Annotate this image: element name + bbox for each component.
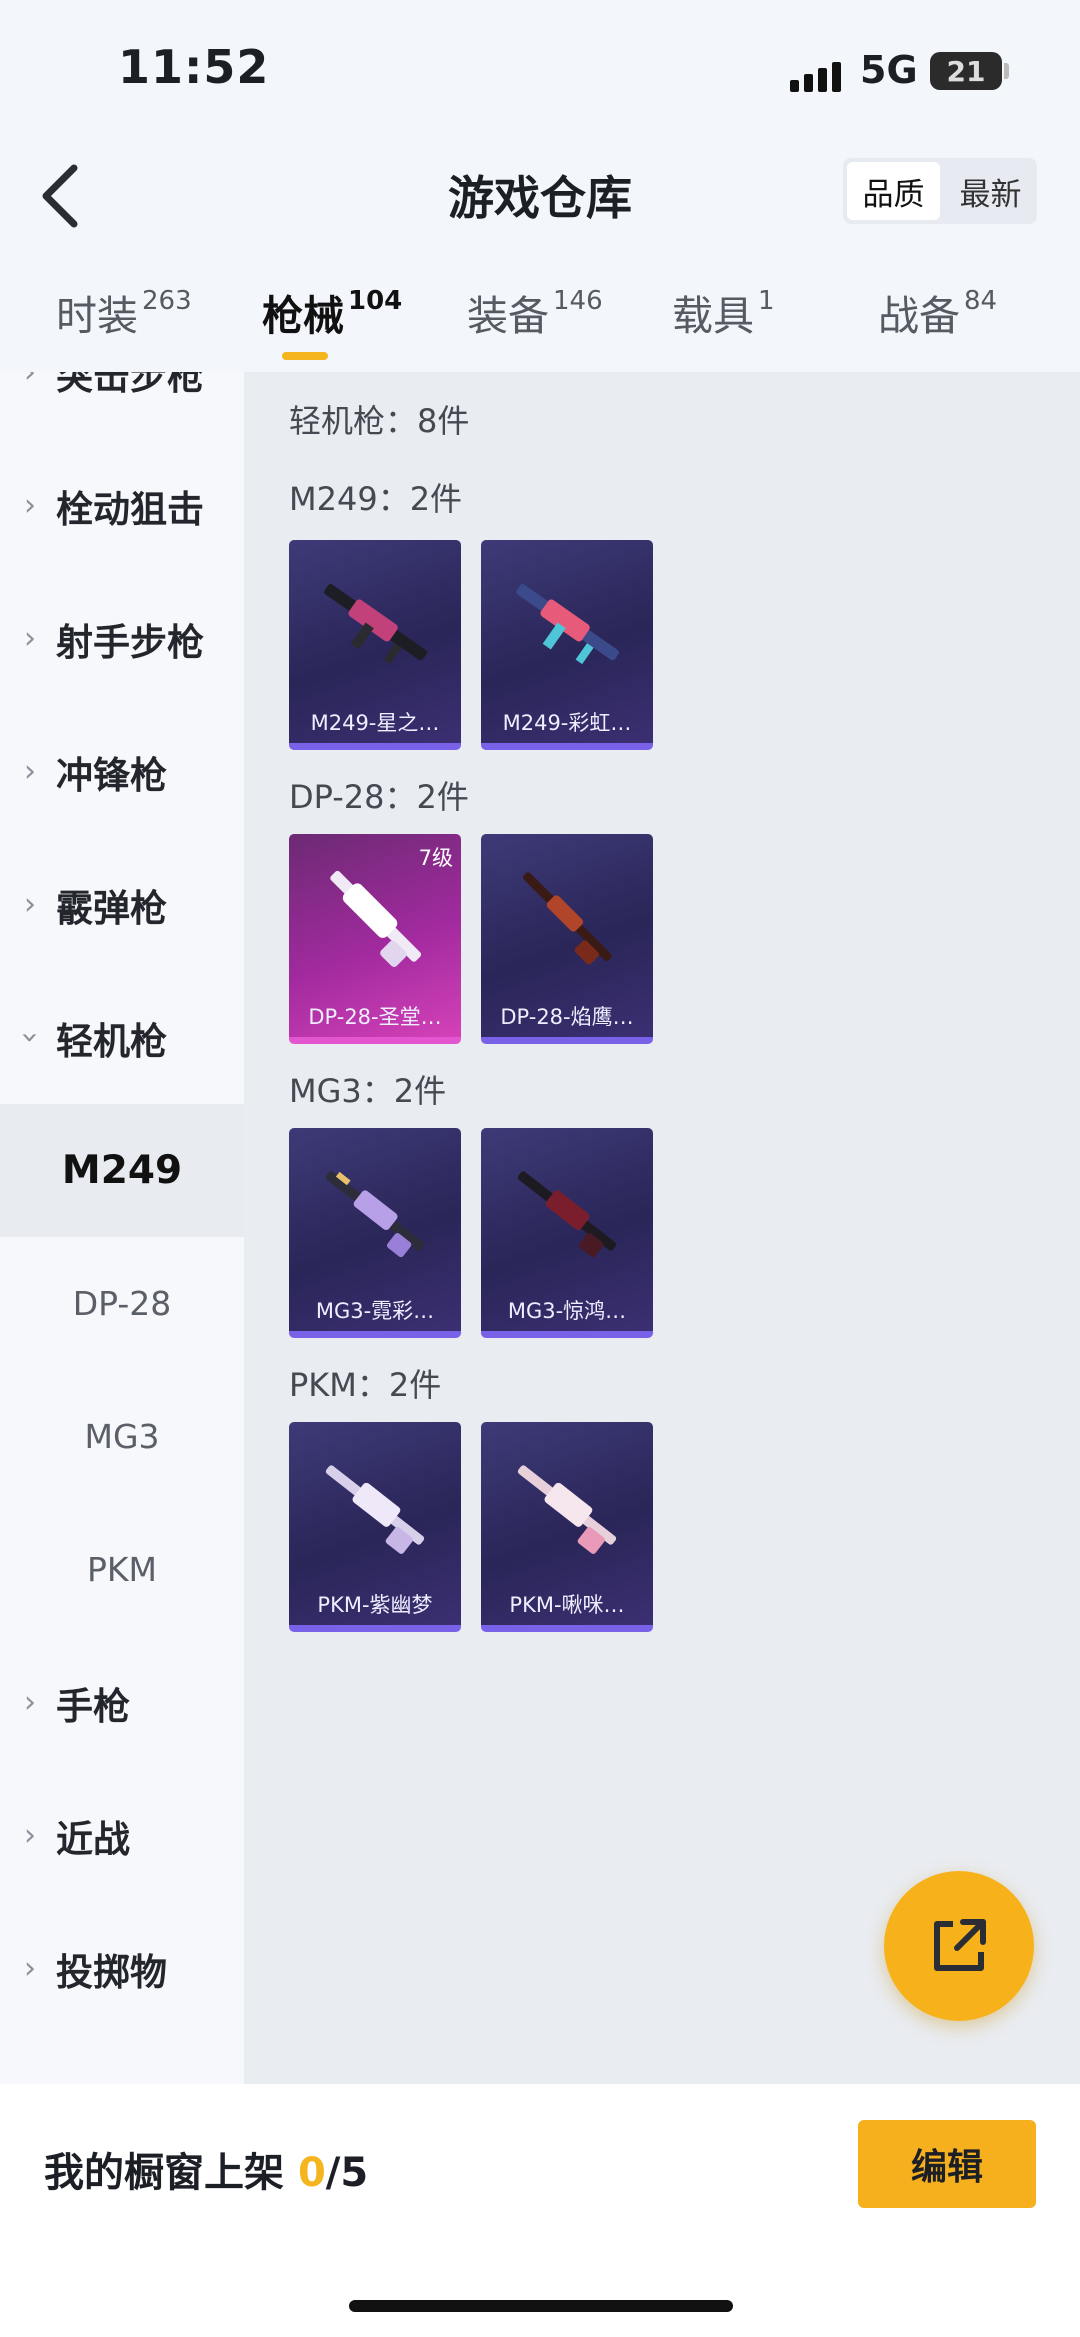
weapon-card[interactable]: PKM-紫幽梦 [289, 1422, 461, 1632]
sidebar-item-throwables[interactable]: › 投掷物 [0, 1902, 244, 2035]
tab-battle-gear[interactable]: 战备 84 [878, 282, 997, 342]
chevron-down-icon: › [12, 1031, 48, 1044]
sort-newest-option[interactable]: 最新 [944, 158, 1037, 224]
showcase-status: 我的橱窗上架 0/5 [44, 2150, 369, 2196]
chevron-right-icon: › [24, 1685, 36, 1720]
weapon-card-label: M249-星之… [310, 711, 440, 735]
rifle-icon [522, 872, 612, 965]
back-button[interactable] [34, 160, 94, 230]
weapon-card[interactable]: PKM-啾咪… [481, 1422, 653, 1632]
edit-button[interactable]: 编辑 [858, 2120, 1036, 2208]
weapon-card-label: M249-彩虹… [502, 711, 632, 735]
tab-vehicles[interactable]: 载具 1 [672, 282, 775, 342]
tab-equipment[interactable]: 装备 146 [467, 282, 603, 342]
chevron-right-icon: › [24, 488, 36, 523]
sidebar-sub-m249[interactable]: M249 [0, 1104, 244, 1237]
sidebar-item-marksman-rifle[interactable]: › 射手步枪 [0, 572, 244, 705]
chevron-right-icon: › [24, 372, 36, 390]
rifle-icon [324, 584, 427, 665]
sort-quality-option[interactable]: 品质 [847, 162, 940, 220]
rifle-icon [516, 584, 619, 665]
chevron-left-icon [42, 164, 78, 228]
rifle-icon [517, 1465, 617, 1554]
battery-icon: 21 [930, 52, 1002, 90]
sidebar-item-melee[interactable]: › 近战 [0, 1769, 244, 1902]
sidebar-sub-mg3[interactable]: MG3 [0, 1370, 244, 1503]
chevron-right-icon: › [24, 621, 36, 656]
weapon-card[interactable]: MG3-霓彩… [289, 1128, 461, 1338]
group-title: MG3：2件 [289, 1072, 447, 1110]
tab-weapons[interactable]: 枪械 104 [262, 282, 402, 342]
share-button[interactable] [884, 1871, 1034, 2021]
weapon-card-label: DP-28-焰鹰… [500, 1005, 634, 1029]
tab-fashion[interactable]: 时装 263 [56, 282, 192, 342]
share-icon [934, 1919, 986, 1971]
sidebar-item-assault-rifle[interactable]: › 突击步枪 [0, 372, 244, 439]
weapon-card[interactable]: M249-彩虹… [481, 540, 653, 750]
weapon-card-label: MG3-惊鸿… [507, 1299, 627, 1323]
chevron-right-icon: › [24, 1951, 36, 1986]
weapon-card[interactable]: DP-28-焰鹰… [481, 834, 653, 1044]
weapon-card-label: MG3-霓彩… [315, 1299, 435, 1323]
sidebar-item-bolt-sniper[interactable]: › 栓动狙击 [0, 439, 244, 572]
chevron-right-icon: › [24, 1818, 36, 1853]
page-title: 游戏仓库 [448, 171, 632, 225]
group-title: PKM：2件 [289, 1366, 442, 1404]
signal-icon [790, 56, 846, 92]
network-label: 5G [860, 48, 918, 92]
weapon-list[interactable]: 轻机枪：8件 M249：2件 M249-星之… M249-彩虹… DP-28：2… [244, 372, 1080, 2084]
weapon-card[interactable]: 7级 DP-28-圣堂… [289, 834, 461, 1044]
sidebar-item-lmg[interactable]: › 轻机枪 [0, 971, 244, 1104]
category-sidebar[interactable]: › 突击步枪 › 栓动狙击 › 射手步枪 › 冲锋枪 › 霰弹枪 › 轻机枪 M249 DP… [0, 372, 244, 2084]
weapon-card[interactable]: MG3-惊鸿… [481, 1128, 653, 1338]
category-summary: 轻机枪：8件 [289, 402, 470, 440]
sidebar-item-shotgun[interactable]: › 霰弹枪 [0, 838, 244, 971]
weapon-card[interactable]: M249-星之… [289, 540, 461, 750]
sidebar-sub-pkm[interactable]: PKM [0, 1503, 244, 1636]
battery-tip [1004, 63, 1009, 79]
home-indicator[interactable] [349, 2300, 733, 2312]
group-title: M249：2件 [289, 480, 463, 518]
chevron-right-icon: › [24, 887, 36, 922]
weapon-card-label: PKM-紫幽梦 [317, 1593, 433, 1617]
weapon-card-label: PKM-啾咪… [509, 1593, 625, 1617]
rifle-icon [325, 1465, 425, 1554]
status-time: 11:52 [118, 40, 270, 94]
rifle-icon [325, 1171, 425, 1258]
sidebar-item-smg[interactable]: › 冲锋枪 [0, 705, 244, 838]
chevron-right-icon: › [24, 754, 36, 789]
sidebar-sub-dp28[interactable]: DP-28 [0, 1237, 244, 1370]
sort-toggle[interactable]: 品质 最新 [843, 158, 1037, 224]
tab-active-indicator [282, 352, 328, 360]
weapon-card-label: DP-28-圣堂… [308, 1005, 442, 1029]
sidebar-item-pistol[interactable]: › 手枪 [0, 1636, 244, 1769]
rifle-icon [330, 870, 422, 967]
group-title: DP-28：2件 [289, 778, 469, 816]
rifle-icon [517, 1171, 617, 1258]
